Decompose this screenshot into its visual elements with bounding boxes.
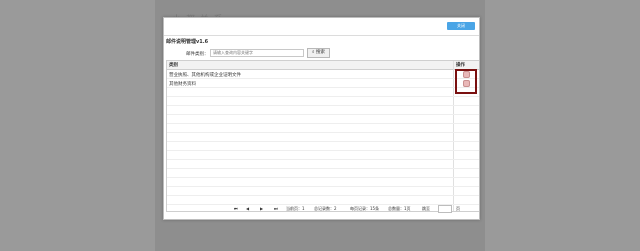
table-row-empty — [167, 169, 479, 178]
table-header: 类别 操作 — [167, 61, 479, 70]
search-input[interactable] — [210, 49, 304, 57]
prev-page-button[interactable]: ◀ — [246, 205, 249, 213]
column-header-action: 操作 — [456, 63, 465, 68]
table-row[interactable]: 其他财务资料 — [167, 79, 479, 88]
table-row-empty — [167, 151, 479, 160]
row-type: 营业执照、其他机构或企业证明文件 — [169, 72, 241, 78]
close-button[interactable]: 关闭 — [447, 22, 475, 30]
last-page-button[interactable]: ⏭ — [274, 205, 278, 213]
table-row-empty — [167, 115, 479, 124]
page-suffix: 页 — [456, 206, 460, 211]
column-header-type: 类别 — [169, 63, 178, 68]
row-type: 其他财务资料 — [169, 81, 196, 87]
total-records: 总记录数：2 — [314, 206, 337, 211]
table-row-empty — [167, 142, 479, 151]
table-row-empty — [167, 133, 479, 142]
table-row-empty — [167, 97, 479, 106]
search-label: 邮件类别： — [186, 52, 209, 57]
goto-page-input[interactable] — [438, 205, 452, 213]
table-row-empty — [167, 106, 479, 115]
category-table: 类别 操作 营业执照、其他机构或企业证明文件 其他财务资料 — [166, 60, 479, 212]
action-column-highlight — [455, 69, 477, 94]
header-divider — [164, 35, 479, 36]
table-row-empty — [167, 178, 479, 187]
next-page-button[interactable]: ▶ — [260, 205, 263, 213]
current-page: 当前页：1 — [286, 206, 305, 211]
search-icon: ⌕ — [312, 50, 315, 55]
goto-label: 跳至 — [422, 206, 430, 211]
table-row-empty — [167, 196, 479, 205]
table-row-empty — [167, 88, 479, 97]
panel-title: 邮件说明管理v1.6 — [166, 39, 209, 45]
total-pages: 总数量：1页 — [388, 206, 411, 211]
page-size: 每页记录：15条 — [350, 206, 380, 211]
first-page-button[interactable]: ⏮ — [234, 205, 238, 213]
search-button-label: 搜索 — [315, 50, 325, 55]
table-row-empty — [167, 124, 479, 133]
table-row-empty — [167, 160, 479, 169]
modal-dialog: 关闭 邮件说明管理v1.6 邮件类别： ⌕ 搜索 类别 操作 营业执照、其他机构… — [163, 17, 480, 220]
table-row-empty — [167, 187, 479, 196]
table-row[interactable]: 营业执照、其他机构或企业证明文件 — [167, 70, 479, 79]
search-button[interactable]: ⌕ 搜索 — [307, 48, 330, 58]
